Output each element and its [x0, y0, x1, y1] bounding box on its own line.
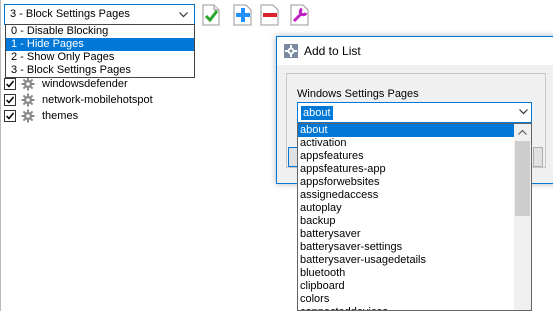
- item-label: themes: [42, 110, 79, 122]
- item-label: network-mobilehotspot: [42, 94, 153, 106]
- page-option[interactable]: batterysaver: [298, 228, 515, 241]
- chevron-down-icon[interactable]: [514, 103, 531, 122]
- pane-border: [0, 0, 1, 311]
- add-icon: [233, 4, 252, 26]
- apply-button[interactable]: [199, 3, 223, 27]
- list-item[interactable]: themes: [4, 108, 254, 124]
- item-label: windowsdefender: [42, 78, 128, 90]
- app-icon: [283, 43, 299, 59]
- item-checkbox[interactable]: [4, 78, 16, 90]
- scrollbar-thumb[interactable]: [515, 141, 530, 216]
- page-option[interactable]: bluetooth: [298, 267, 515, 280]
- mode-option[interactable]: 0 - Disable Blocking: [6, 25, 194, 38]
- gear-icon: [21, 93, 35, 107]
- mode-combobox-value: 3 - Block Settings Pages: [10, 8, 130, 20]
- mode-option[interactable]: 3 - Block Settings Pages: [6, 64, 194, 77]
- dialog-titlebar[interactable]: Add to List: [277, 37, 553, 65]
- dialog-title: Add to List: [304, 44, 361, 58]
- mode-dropdown-list: 0 - Disable Blocking 1 - Hide Pages 2 - …: [5, 24, 195, 78]
- page-combobox-value[interactable]: about: [301, 106, 333, 120]
- edit-settings-icon: [290, 4, 309, 26]
- mode-option[interactable]: 1 - Hide Pages: [6, 38, 194, 51]
- scrollbar[interactable]: [514, 124, 531, 310]
- page-option[interactable]: assignedaccess: [298, 189, 515, 202]
- app-window: windowsdefender network-mobilehotspot th…: [0, 0, 553, 311]
- item-checkbox[interactable]: [4, 94, 16, 106]
- page-option[interactable]: batterysaver-usagedetails: [298, 254, 515, 267]
- list-item[interactable]: windowsdefender: [4, 76, 254, 92]
- page-option[interactable]: activation: [298, 137, 515, 150]
- page-option[interactable]: clipboard: [298, 280, 515, 293]
- page-option[interactable]: appsfeatures: [298, 150, 515, 163]
- page-option[interactable]: connecteddevices: [298, 306, 515, 310]
- mode-option[interactable]: 2 - Show Only Pages: [6, 51, 194, 64]
- settings-page-combobox[interactable]: about: [297, 102, 532, 123]
- page-option[interactable]: appsfeatures-app: [298, 163, 515, 176]
- group-label: Windows Settings Pages: [297, 88, 419, 100]
- settings-page-dropdown-list: about activation appsfeatures appsfeatur…: [297, 123, 532, 311]
- page-option[interactable]: backup: [298, 215, 515, 228]
- chevron-down-icon[interactable]: [175, 6, 191, 23]
- add-button[interactable]: [231, 3, 255, 27]
- mode-combobox[interactable]: 3 - Block Settings Pages: [4, 4, 195, 25]
- page-option[interactable]: about: [298, 124, 515, 137]
- list-item[interactable]: network-mobilehotspot: [4, 92, 254, 108]
- page-option[interactable]: batterysaver-settings: [298, 241, 515, 254]
- page-option[interactable]: appsforwebsites: [298, 176, 515, 189]
- scroll-up-arrow-icon[interactable]: [514, 124, 531, 141]
- item-checkbox[interactable]: [4, 110, 16, 122]
- remove-button[interactable]: [258, 3, 282, 27]
- remove-icon: [260, 4, 279, 26]
- cancel-button[interactable]: [533, 147, 543, 167]
- gear-icon: [21, 109, 35, 123]
- check-icon: [202, 4, 220, 26]
- settings-button[interactable]: [288, 3, 312, 27]
- gear-icon: [21, 77, 35, 91]
- page-option[interactable]: autoplay: [298, 202, 515, 215]
- page-option[interactable]: colors: [298, 293, 515, 306]
